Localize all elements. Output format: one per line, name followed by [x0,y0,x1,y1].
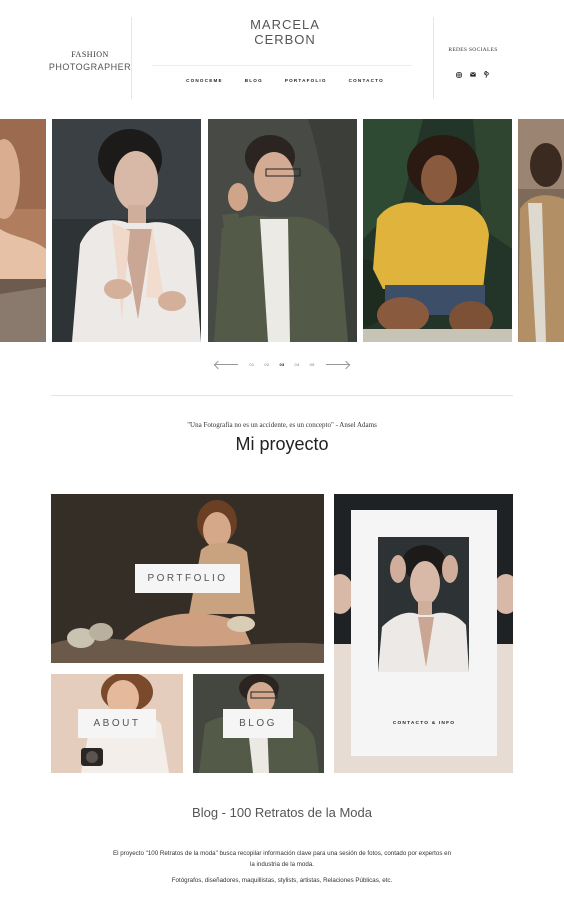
carousel-next-arrow-icon[interactable] [326,360,351,370]
nav-contacto[interactable]: CONTACTO [349,78,384,83]
blog-description: El proyecto "100 Retratos de la moda" bu… [112,850,452,868]
mail-icon[interactable] [470,71,477,78]
social-icons [436,71,510,78]
carousel-photo-3[interactable] [363,119,512,342]
intro-quote: "Una Fotografía no es un accidente, es u… [187,421,377,429]
contact-card: CONTACTO & INFO [351,510,497,756]
social-title: REDES SOCIALES [448,47,498,53]
carousel-photo-2[interactable] [208,119,357,342]
section-divider [51,395,513,396]
logo-line-2: CERBON [254,32,316,47]
header-divider-right [433,17,434,99]
carousel-page-02[interactable]: 02 [264,362,269,367]
blog-label-button[interactable]: BLOG [223,709,293,738]
pinterest-icon[interactable] [484,71,491,78]
carousel-photo-partial-left[interactable] [0,119,46,342]
carousel-pager: 01 02 03 04 05 [213,360,351,370]
about-tile[interactable]: ABOUT [51,674,183,773]
carousel-photo-partial-right[interactable] [518,119,564,342]
carousel-page-01[interactable]: 01 [249,362,254,367]
carousel-photo-1[interactable] [52,119,201,342]
nav-portafolio[interactable]: PORTAFOLIO [285,78,327,83]
main-nav: CONOCEME BLOG PORTAFOLIO CONTACTO [150,78,420,83]
blog-tile[interactable]: BLOG [193,674,324,773]
header-divider-left [131,17,132,99]
carousel-page-05[interactable]: 05 [310,362,315,367]
contact-info-link[interactable]: CONTACTO & INFO [351,721,497,726]
carousel-page-04[interactable]: 04 [295,362,300,367]
site-logo[interactable]: MARCELA CERBON [150,17,420,47]
nav-conoceme[interactable]: CONOCEME [186,78,223,83]
blog-label: BLOG [239,718,277,729]
carousel-page-list: 01 02 03 04 05 [249,362,314,367]
blog-section-title: Blog - 100 Retratos de la Moda [192,805,372,820]
portfolio-label-button[interactable]: PORTFOLIO [135,564,240,593]
blog-roles: Fotógrafos, diseñadores, maquillistas, s… [171,877,393,884]
contact-card-photo [378,537,469,672]
brand-tagline: FASHION PHOTOGRAPHER [40,50,140,72]
carousel-page-03-active[interactable]: 03 [279,362,284,367]
about-label: ABOUT [93,718,141,729]
header-rule [152,65,412,66]
contact-tile[interactable]: CONTACTO & INFO [334,494,513,773]
carousel-prev-arrow-icon[interactable] [213,360,238,370]
about-label-button[interactable]: ABOUT [78,709,156,738]
tagline-line-2: PHOTOGRAPHER [48,62,132,72]
logo-line-1: MARCELA [250,17,320,32]
instagram-icon[interactable] [456,71,463,78]
project-title: Mi proyecto [235,434,329,454]
tagline-line-1: FASHION [71,50,109,59]
portfolio-tile[interactable]: PORTFOLIO [51,494,324,663]
portfolio-label: PORTFOLIO [147,573,228,584]
nav-blog[interactable]: BLOG [245,78,263,83]
